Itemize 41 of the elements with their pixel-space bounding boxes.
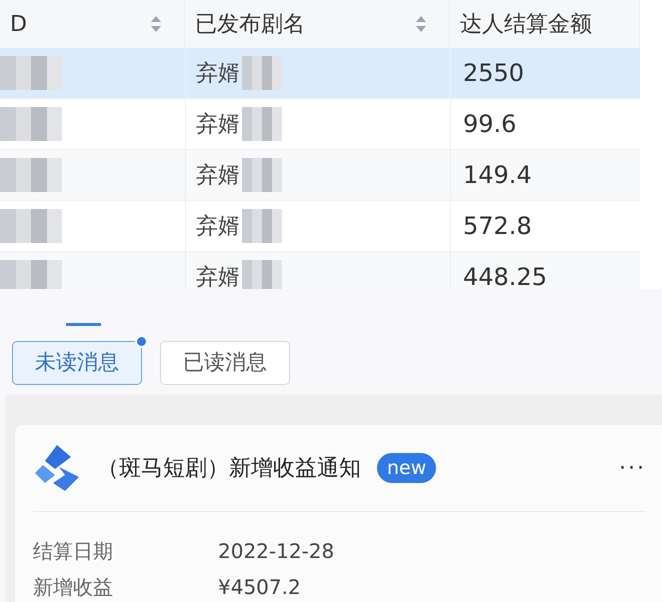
table-row[interactable]: 弃婿 99.6 bbox=[0, 99, 640, 150]
redacted-block bbox=[242, 158, 282, 192]
table-row[interactable]: 弃婿 149.4 bbox=[0, 150, 640, 201]
table-cell-text: 弃婿 bbox=[196, 264, 240, 289]
table-row[interactable]: 弃婿 448.25 bbox=[0, 252, 640, 289]
tab-indicator bbox=[66, 323, 101, 326]
message-tab[interactable]: 已读消息 bbox=[160, 341, 290, 385]
redacted-block bbox=[242, 260, 282, 289]
table-cell-text: 99.6 bbox=[463, 109, 516, 140]
redacted-block bbox=[0, 107, 62, 141]
column-header: D bbox=[10, 10, 27, 38]
table-row[interactable]: 弃婿 572.8 bbox=[0, 201, 640, 252]
table-cell-text: 弃婿 bbox=[196, 110, 240, 138]
redacted-block bbox=[242, 56, 282, 90]
table-row[interactable]: 弃婿 2550 bbox=[0, 48, 640, 99]
more-icon[interactable]: ··· bbox=[619, 452, 646, 484]
table-cell-text: 448.25 bbox=[463, 262, 547, 289]
notification-title: （斑马短剧）新增收益通知 bbox=[97, 454, 361, 482]
redacted-block bbox=[242, 107, 282, 141]
redacted-block bbox=[0, 209, 62, 243]
table-cell-text: 572.8 bbox=[463, 211, 532, 242]
table-cell-text: 弃婿 bbox=[196, 212, 240, 240]
table-cell-text: 2550 bbox=[463, 58, 524, 89]
redacted-block bbox=[0, 56, 62, 90]
redacted-block bbox=[0, 260, 62, 289]
table-cell-text: 弃婿 bbox=[196, 60, 240, 88]
redacted-block bbox=[242, 209, 282, 243]
field-value: ¥4507.2 bbox=[218, 574, 301, 601]
column-header: 达人结算金额 bbox=[460, 10, 592, 38]
column-header: 已发布剧名 bbox=[195, 10, 305, 38]
table-cell-text: 149.4 bbox=[463, 160, 532, 191]
new-badge: new bbox=[377, 453, 436, 483]
field-label: 新增收益 bbox=[33, 574, 114, 601]
sort-icon[interactable] bbox=[150, 15, 162, 33]
field-value: 2022-12-28 bbox=[218, 538, 334, 565]
sort-icon[interactable] bbox=[415, 15, 427, 33]
field-label: 结算日期 bbox=[33, 538, 114, 565]
logo-icon bbox=[33, 443, 81, 493]
table-cell-text: 弃婿 bbox=[196, 162, 240, 190]
message-tab[interactable]: 未读消息 bbox=[12, 341, 142, 385]
redacted-block bbox=[0, 158, 62, 192]
